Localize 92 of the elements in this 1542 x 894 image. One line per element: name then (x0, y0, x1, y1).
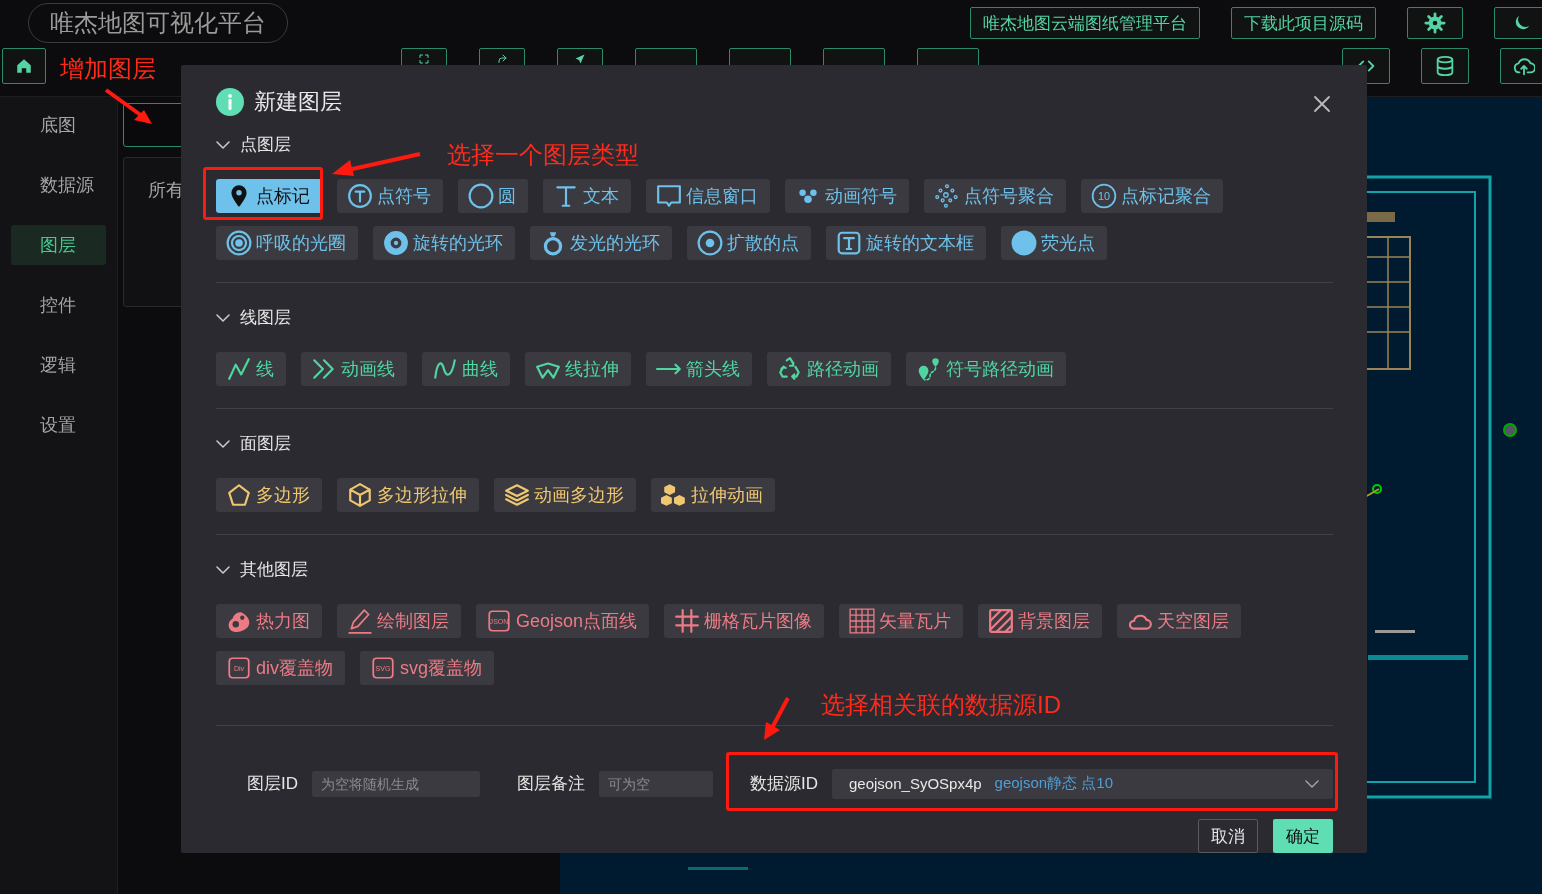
layer-type-button[interactable]: 动画符号 (785, 178, 909, 213)
pentagon-icon (226, 481, 252, 508)
layer-type-button[interactable]: 热力图 (216, 603, 322, 638)
select-value: geojson_SyOSpx4p (849, 775, 982, 793)
layer-type-button[interactable]: 信息窗口 (646, 178, 770, 213)
scattered-dots-icon (934, 182, 960, 209)
layer-type-button[interactable]: 点符号聚合 (924, 178, 1066, 213)
sidebar-item[interactable]: 设置 (11, 405, 106, 445)
layer-type-button[interactable]: 多边形拉伸 (337, 477, 479, 512)
cube-icon (347, 481, 373, 508)
sidebar-item[interactable]: 逻辑 (11, 345, 106, 385)
concentric-circles-icon (226, 229, 252, 256)
layer-type-button[interactable]: 扩散的点 (687, 225, 811, 260)
header-button[interactable]: 唯杰地图云端图纸管理平台 (970, 7, 1200, 39)
layer-type-button[interactable]: 天空图层 (1117, 603, 1242, 638)
layer-type-button[interactable]: 路径动画 (767, 351, 891, 386)
cancel-button[interactable]: 取消 (1198, 819, 1258, 853)
boxes-icon (661, 481, 687, 508)
layer-type-button[interactable]: 拉伸动画 (651, 477, 775, 512)
layer-type-button[interactable]: 符号路径动画 (906, 351, 1066, 386)
dot-circle-icon (697, 229, 723, 256)
confirm-button[interactable]: 确定 (1273, 819, 1333, 853)
info-icon (216, 88, 244, 117)
database-button[interactable] (1421, 48, 1469, 84)
gear-button[interactable] (1407, 7, 1463, 39)
layer-type-button[interactable]: 动画多边形 (494, 477, 636, 512)
layers-icon (504, 481, 530, 508)
circle-icon (468, 182, 494, 209)
sidebar-item[interactable]: 图层 (11, 225, 106, 265)
polyline-icon (226, 355, 252, 382)
hatched-square-icon (988, 607, 1015, 634)
grid-icon (849, 607, 876, 634)
header-button[interactable]: 下载此项目源码 (1231, 7, 1376, 39)
input-field[interactable]: 可为空 (599, 770, 713, 797)
filled-circle-icon (1011, 229, 1037, 256)
field-label: 数据源ID (750, 773, 818, 796)
layer-type-button[interactable]: 发光的光环 (530, 225, 672, 260)
annotation-text: 选择相关联的数据源ID (821, 690, 1061, 720)
layer-type-button[interactable]: 多边形 (216, 477, 322, 512)
layer-type-button[interactable]: 栅格瓦片图像 (664, 603, 825, 638)
layer-type-button[interactable]: 呼吸的光圈 (216, 225, 358, 260)
moon-button[interactable] (1494, 7, 1542, 39)
letter-t-circle-icon (347, 182, 373, 209)
field-label: 图层ID (247, 773, 298, 796)
layer-type-button[interactable]: 10 点标记聚合 (1081, 178, 1223, 213)
section-title: 线图层 (240, 307, 291, 330)
layer-type-button[interactable]: 线 (216, 351, 286, 386)
speech-bubble-icon (656, 182, 682, 209)
annotation-arrow (104, 88, 152, 124)
close-icon (1313, 95, 1331, 113)
dialog-title: 新建图层 (254, 88, 342, 117)
layer-type-button[interactable]: 曲线 (422, 351, 510, 386)
section-title: 其他图层 (240, 559, 308, 582)
route-pin-icon (916, 355, 942, 382)
layer-type-button[interactable]: 旋转的文本框 (826, 225, 986, 260)
select-detail: geojson静态 点10 (994, 774, 1113, 794)
layer-type-button[interactable]: 点符号 (337, 178, 443, 213)
cloud-upload-button[interactable] (1500, 48, 1542, 84)
recycle-icon (777, 355, 803, 382)
layer-type-button[interactable]: 旋转的光环 (373, 225, 515, 260)
sidebar-item[interactable]: 数据源 (11, 165, 106, 205)
database-icon (1434, 55, 1456, 77)
donut-icon (383, 229, 409, 256)
layer-type-button[interactable]: 点标记 (216, 178, 322, 213)
gear-icon (1424, 12, 1446, 34)
layer-type-button[interactable]: 圆 (458, 178, 528, 213)
share-icon (496, 53, 508, 65)
layer-type-button[interactable]: 绘制图层 (337, 603, 461, 638)
sidebar-item[interactable]: 控件 (11, 285, 106, 325)
section-title: 点图层 (240, 134, 291, 157)
layer-type-button[interactable]: 矢量瓦片 (839, 603, 964, 638)
field-label: 图层备注 (517, 773, 585, 796)
expand-icon (418, 53, 430, 65)
datasource-select[interactable]: geojson_SyOSpx4p geojson静态 点10 (832, 768, 1333, 799)
layer-type-button[interactable]: 荧光点 (1001, 225, 1107, 260)
hash-grid-icon (674, 607, 701, 634)
annotation-arrow (764, 697, 790, 740)
section-title: 面图层 (240, 433, 291, 456)
layer-type-button[interactable]: 箭头线 (646, 351, 752, 386)
sidebar-item[interactable]: 底图 (11, 105, 106, 145)
home-button[interactable] (2, 48, 46, 84)
input-field[interactable]: 为空将随机生成 (312, 770, 480, 797)
annotation-text: 增加图层 (60, 54, 156, 84)
cloud-upload-icon (1513, 55, 1535, 77)
layer-type-button[interactable]: 背景图层 (978, 603, 1103, 638)
layer-type-button[interactable]: 动画线 (301, 351, 407, 386)
annotation-text: 选择一个图层类型 (447, 140, 639, 170)
letter-t-box-icon (836, 229, 862, 256)
pencil-icon (347, 607, 373, 634)
layer-type-button[interactable]: 线拉伸 (525, 351, 631, 386)
layer-type-button[interactable]: 文本 (543, 178, 631, 213)
numbered-circle-icon: 10 (1091, 182, 1117, 209)
